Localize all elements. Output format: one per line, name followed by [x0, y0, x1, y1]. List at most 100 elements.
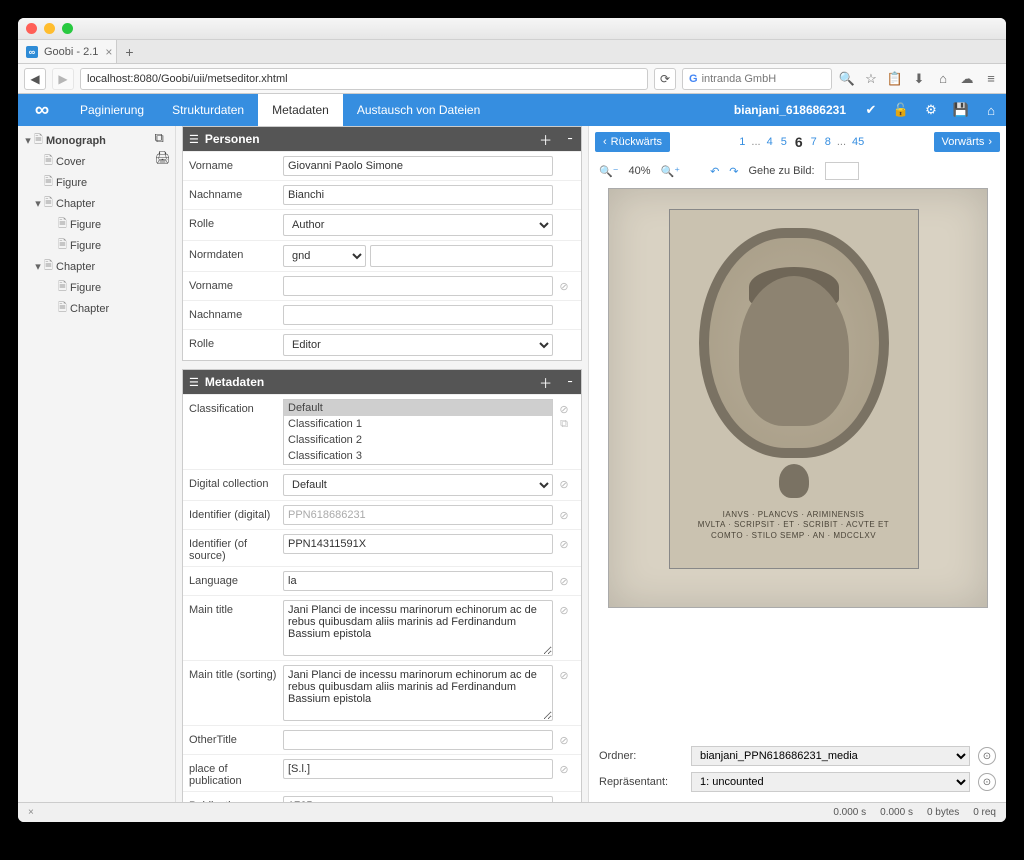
home-icon[interactable]: ⌂	[934, 70, 952, 88]
save-icon[interactable]: 💾	[946, 102, 976, 118]
gear-icon[interactable]: ⚙	[916, 102, 946, 118]
hamburger-icon[interactable]: ☰	[189, 133, 199, 146]
download-icon[interactable]: ⬇	[910, 70, 928, 88]
clipboard-icon[interactable]: 📋	[886, 70, 904, 88]
zoom-in-icon[interactable]: 🔍⁺	[661, 165, 681, 178]
browser-tab[interactable]: ∞ Goobi - 2.1 ×	[18, 40, 117, 63]
tree-node[interactable]: 🗎Figure	[20, 277, 173, 298]
digital-collection-select[interactable]: Default	[283, 474, 553, 496]
nav-tab-austausch von dateien[interactable]: Austausch von Dateien	[343, 94, 494, 126]
person1-nachname-input[interactable]	[283, 185, 553, 205]
representative-select[interactable]: 1: uncounted	[691, 772, 970, 792]
identifier-source-input[interactable]	[283, 534, 553, 554]
repr-action-icon[interactable]: ⊙	[978, 773, 996, 791]
browser-toolbar: ◀ ▶ localhost:8080/Goobi/uii/metseditor.…	[18, 64, 1006, 94]
cloud-icon[interactable]: ☁	[958, 70, 976, 88]
folder-select[interactable]: bianjani_PPN618686231_media	[691, 746, 970, 766]
pager-back-button[interactable]: ‹Rückwärts	[595, 132, 670, 152]
person1-vorname-input[interactable]	[283, 156, 553, 176]
app-topbar: ∞ PaginierungStrukturdatenMetadatenAusta…	[18, 94, 1006, 126]
image-preview[interactable]: IANVS · PLANCVS · ARIMINENSIS MVLTA · SC…	[608, 188, 988, 608]
page-number[interactable]: 4	[763, 136, 777, 148]
tree-node[interactable]: 🗎Figure	[20, 214, 173, 235]
url-bar[interactable]: localhost:8080/Goobi/uii/metseditor.xhtm…	[80, 68, 648, 90]
person1-normdaten-input[interactable]	[370, 245, 553, 267]
tree-node[interactable]: 🗎Cover	[20, 151, 173, 172]
panel-header-metadaten: ☰ Metadaten ＋ ╶	[183, 370, 581, 394]
image-pager: ‹Rückwärts 1...45678...45 Vorwärts›	[589, 126, 1006, 158]
collapse-icon[interactable]: ╶	[561, 374, 575, 390]
zoom-out-icon[interactable]: 🔍⁻	[599, 165, 619, 178]
tree-node[interactable]: ▾🗎Chapter	[20, 256, 173, 277]
tree-node[interactable]: ▾🗎Chapter	[20, 193, 173, 214]
minimize-window-icon[interactable]	[44, 23, 55, 34]
app-logo-icon[interactable]: ∞	[18, 99, 66, 122]
goto-image-input[interactable]	[825, 162, 859, 180]
page-number[interactable]: 8	[821, 136, 835, 148]
panel-header-personen: ☰ Personen ＋ ╶	[183, 127, 581, 151]
main-title-sorting-textarea[interactable]: Jani Planci de incessu marinorum echinor…	[283, 665, 553, 721]
tree-node[interactable]: 🗎Chapter	[20, 298, 173, 319]
nav-tab-paginierung[interactable]: Paginierung	[66, 94, 158, 126]
page-number[interactable]: 1	[735, 136, 749, 148]
panel-metadaten: ☰ Metadaten ＋ ╶ ClassificationDefaultCla…	[182, 369, 582, 802]
unlock-icon[interactable]: 🔓	[886, 102, 916, 118]
page-number[interactable]: 5	[777, 136, 791, 148]
check-icon[interactable]: ✔	[856, 102, 886, 118]
image-column: ‹Rückwärts 1...45678...45 Vorwärts› 🔍⁻ 4…	[588, 126, 1006, 802]
metadata-column: ☰ Personen ＋ ╶ Vorname Nachname RolleAut…	[176, 126, 588, 802]
search-icon-btn[interactable]: 🔍	[838, 70, 856, 88]
main-title-textarea[interactable]: Jani Planci de incessu marinorum echinor…	[283, 600, 553, 656]
identifier-digital-input	[283, 505, 553, 525]
person2-rolle-select[interactable]: Editor	[283, 334, 553, 356]
structure-tree: ⧉ 🖨 ▾🗎Monograph🗎Cover🗎Figure▾🗎Chapter🗎Fi…	[18, 126, 176, 802]
home-app-icon[interactable]: ⌂	[976, 103, 1006, 118]
zoom-window-icon[interactable]	[62, 23, 73, 34]
nav-tab-metadaten[interactable]: Metadaten	[258, 94, 343, 126]
rotate-left-icon[interactable]: ↶	[710, 165, 719, 178]
close-window-icon[interactable]	[26, 23, 37, 34]
collapse-icon[interactable]: ╶	[561, 131, 575, 147]
rotate-right-icon[interactable]: ↷	[729, 165, 738, 178]
other-title-input[interactable]	[283, 730, 553, 750]
person1-rolle-select[interactable]: Author	[283, 214, 553, 236]
new-tab-button[interactable]: +	[117, 44, 141, 60]
page-number[interactable]: 6	[791, 134, 807, 150]
person1-normdaten-select[interactable]: gnd	[283, 245, 366, 267]
tree-node[interactable]: ▾🗎Monograph	[20, 130, 173, 151]
add-person-icon[interactable]: ＋	[536, 130, 555, 149]
hamburger-icon[interactable]: ☰	[189, 376, 199, 389]
tree-node[interactable]: 🗎Figure	[20, 172, 173, 193]
process-name: bianjani_618686231	[724, 103, 856, 117]
status-close-icon[interactable]: ×	[28, 807, 34, 818]
browser-search[interactable]: Gintranda GmbH	[682, 68, 832, 90]
copy-icon[interactable]: ⧉	[154, 130, 171, 146]
status-bar: × 0.000 s 0.000 s 0 bytes 0 req	[18, 802, 1006, 822]
image-toolbar: 🔍⁻ 40% 🔍⁺ ↶ ↷ Gehe zu Bild:	[589, 158, 1006, 188]
favicon-icon: ∞	[26, 46, 38, 58]
language-input[interactable]	[283, 571, 553, 591]
folder-action-icon[interactable]: ⊙	[978, 747, 996, 765]
person2-vorname-input[interactable]	[283, 276, 553, 296]
page-number[interactable]: 7	[807, 136, 821, 148]
add-metadata-icon[interactable]: ＋	[536, 373, 555, 392]
nav-tab-strukturdaten[interactable]: Strukturdaten	[158, 94, 258, 126]
person2-nachname-input[interactable]	[283, 305, 553, 325]
menu-icon[interactable]: ≡	[982, 70, 1000, 88]
forward-button[interactable]: ▶	[52, 68, 74, 90]
page-number[interactable]: 45	[848, 136, 868, 148]
print-icon[interactable]: 🖨	[154, 150, 171, 166]
panel-personen: ☰ Personen ＋ ╶ Vorname Nachname RolleAut…	[182, 126, 582, 361]
star-icon[interactable]: ☆	[862, 70, 880, 88]
pager-forward-button[interactable]: Vorwärts›	[934, 132, 1000, 152]
tab-close-icon[interactable]: ×	[105, 45, 112, 59]
browser-tabbar: ∞ Goobi - 2.1 × +	[18, 40, 1006, 64]
tree-node[interactable]: 🗎Figure	[20, 235, 173, 256]
back-button[interactable]: ◀	[24, 68, 46, 90]
classification-listbox[interactable]: DefaultClassification 1Classification 2C…	[283, 399, 553, 465]
delete-icon[interactable]: ⊘	[559, 280, 568, 293]
reload-button[interactable]: ⟳	[654, 68, 676, 90]
place-input[interactable]	[283, 759, 553, 779]
mac-titlebar	[18, 18, 1006, 40]
tab-title: Goobi - 2.1	[44, 46, 98, 58]
